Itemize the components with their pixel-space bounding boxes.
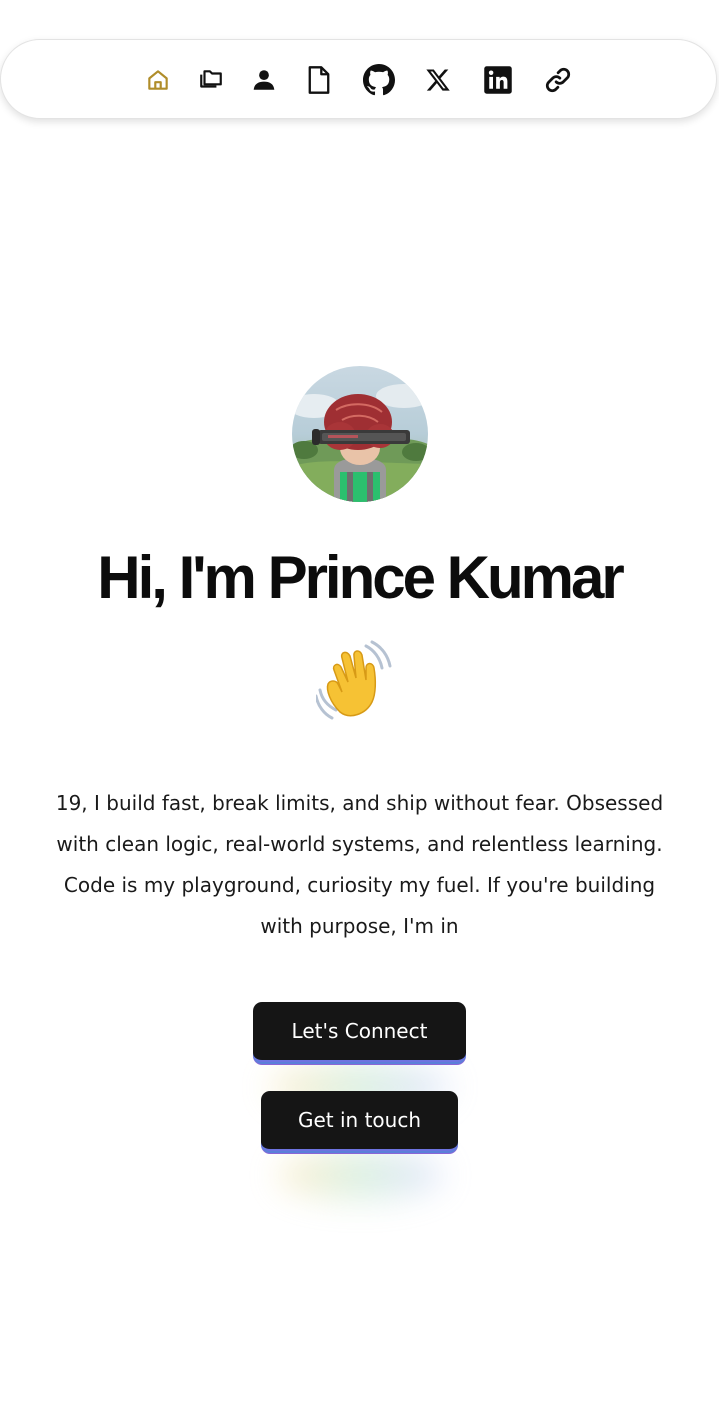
- home-icon[interactable]: [142, 64, 174, 96]
- github-icon[interactable]: [363, 64, 395, 96]
- button-glow: [278, 1150, 443, 1200]
- linkedin-icon[interactable]: [482, 64, 514, 96]
- folders-icon[interactable]: [195, 64, 227, 96]
- bio-text: 19, I build fast, break limits, and ship…: [55, 791, 664, 938]
- waving-hand-icon: [314, 640, 392, 720]
- top-nav-bar: [0, 39, 717, 119]
- page-title: Hi, I'm Prince Kumar: [97, 544, 624, 611]
- lets-connect-button[interactable]: Let's Connect: [253, 1002, 466, 1062]
- file-icon[interactable]: [303, 64, 335, 96]
- avatar: [292, 366, 428, 502]
- x-icon[interactable]: [422, 64, 454, 96]
- user-icon[interactable]: [248, 64, 280, 96]
- get-in-touch-button[interactable]: Get in touch: [261, 1091, 458, 1151]
- link-icon[interactable]: [542, 64, 574, 96]
